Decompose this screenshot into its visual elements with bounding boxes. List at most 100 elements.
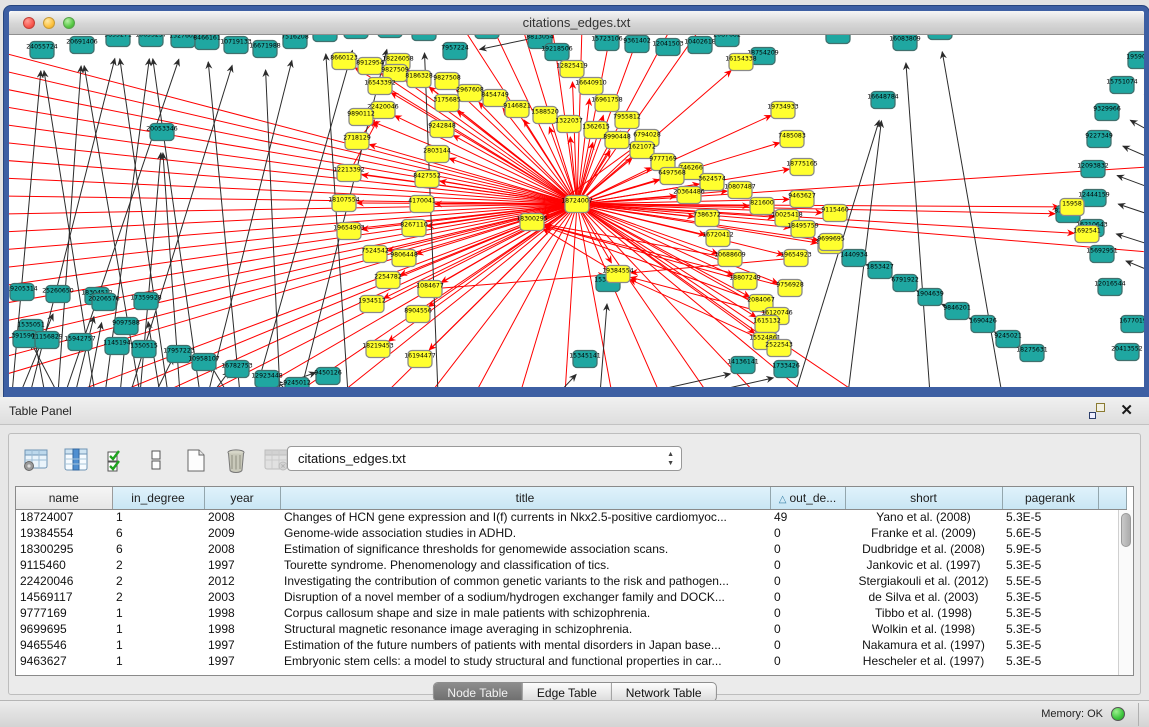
graph-node-teal[interactable]: 9227349 bbox=[1085, 131, 1113, 148]
table-row[interactable]: 911546021997Tourette syndrome. Phenomeno… bbox=[16, 557, 1126, 573]
graph-node-yellow[interactable]: 7485083 bbox=[778, 131, 806, 148]
graph-node-yellow[interactable]: 6497568 bbox=[658, 168, 686, 185]
delete-table-icon[interactable] bbox=[221, 445, 251, 475]
graph-node-teal[interactable]: 18275631 bbox=[1016, 345, 1048, 362]
table-row[interactable]: 2242004622012Investigating the contribut… bbox=[16, 573, 1126, 589]
close-panel-icon[interactable]: ✕ bbox=[1120, 401, 1133, 419]
graph-node-yellow[interactable]: 9890112 bbox=[347, 109, 375, 126]
graph-node-yellow[interactable]: 7386372 bbox=[693, 210, 721, 227]
graph-node-teal[interactable]: 25260650 bbox=[42, 286, 74, 303]
red-edge[interactable] bbox=[430, 275, 605, 289]
graph-node-teal[interactable]: 21065432 bbox=[822, 35, 854, 44]
table-row[interactable]: 977716911998Corpus callosum shape and si… bbox=[16, 605, 1126, 621]
red-edge[interactable] bbox=[545, 224, 730, 258]
graph-node-teal[interactable]: 7957224 bbox=[441, 43, 469, 60]
graph-node-teal[interactable]: 8571204 bbox=[473, 35, 501, 39]
graph-node-yellow[interactable]: 1692541 bbox=[1073, 226, 1101, 243]
graph-node-teal[interactable]: 9245021 bbox=[994, 331, 1022, 348]
red-edge[interactable] bbox=[9, 204, 577, 286]
graph-node-teal[interactable]: 11731804 bbox=[408, 35, 440, 41]
graph-node-teal[interactable]: 16782753 bbox=[221, 361, 253, 378]
table-row[interactable]: 1872400712008Changes of HCN gene express… bbox=[16, 509, 1126, 525]
graph-node-teal[interactable]: 9097588 bbox=[112, 318, 140, 335]
table-row[interactable]: 1938455462009Genome-wide association stu… bbox=[16, 525, 1126, 541]
graph-node-teal[interactable]: 9450126 bbox=[314, 368, 342, 385]
float-window-icon[interactable] bbox=[1089, 403, 1105, 419]
graph-node-yellow[interactable]: 2803144 bbox=[423, 146, 451, 163]
column-header-title[interactable]: title bbox=[280, 487, 770, 509]
graph-node-yellow[interactable]: 19734933 bbox=[767, 102, 799, 119]
graph-node-teal[interactable]: 7516208 bbox=[281, 35, 309, 49]
table-row[interactable]: 969969511998Structural magnetic resonanc… bbox=[16, 621, 1126, 637]
tab-edge-table[interactable]: Edge Table bbox=[523, 683, 612, 701]
graph-node-teal[interactable]: 15751074 bbox=[1106, 77, 1138, 94]
graph-node-yellow[interactable]: 18300295 bbox=[516, 214, 548, 231]
graph-node-teal[interactable]: 24055724 bbox=[26, 42, 58, 59]
graph-node-teal[interactable]: 9846201 bbox=[943, 303, 971, 320]
graph-node-teal[interactable]: 9329966 bbox=[1093, 104, 1121, 121]
black-edge[interactable] bbox=[600, 304, 607, 387]
graph-node-teal[interactable]: 10402618 bbox=[684, 37, 716, 54]
graph-node-teal[interactable]: 16083809 bbox=[889, 35, 921, 51]
graph-node-teal[interactable]: 9361402 bbox=[623, 36, 651, 53]
graph-node-yellow[interactable]: 9756928 bbox=[776, 280, 804, 297]
graph-node-teal[interactable]: 15942757 bbox=[64, 334, 96, 351]
graph-node-teal[interactable]: 20691406 bbox=[66, 37, 98, 54]
black-edge[interactable] bbox=[300, 50, 387, 387]
graph-node-yellow[interactable]: 8186328 bbox=[405, 71, 433, 88]
graph-node-teal[interactable]: 9102451 bbox=[342, 35, 370, 39]
graph-node-teal[interactable]: 1904639 bbox=[916, 289, 944, 306]
table-row[interactable]: 946554611997Estimation of the future num… bbox=[16, 637, 1126, 653]
graph-node-yellow[interactable]: 8267110 bbox=[400, 220, 428, 237]
graph-node-teal[interactable]: 15692951 bbox=[1086, 246, 1118, 263]
graph-node-yellow[interactable]: 8427552 bbox=[413, 171, 441, 188]
graph-node-yellow[interactable]: 7524542 bbox=[361, 246, 389, 263]
graph-node-teal[interactable]: 1959061 bbox=[1126, 52, 1144, 69]
red-edge[interactable] bbox=[9, 106, 577, 204]
graph-node-teal[interactable]: 1350515 bbox=[130, 341, 158, 358]
graph-node-teal[interactable]: 15723106 bbox=[591, 35, 623, 51]
graph-node-yellow[interactable]: 8912954 bbox=[356, 58, 384, 75]
graph-node-teal[interactable]: 19218506 bbox=[541, 44, 573, 61]
graph-node-teal[interactable]: 1853427 bbox=[866, 262, 894, 279]
graph-node-teal[interactable]: 1677019 bbox=[1119, 316, 1144, 333]
graph-node-teal[interactable]: 16604115 bbox=[374, 35, 406, 38]
table-options-icon[interactable] bbox=[21, 445, 51, 475]
graph-node-yellow[interactable]: 16194477 bbox=[404, 351, 436, 368]
show-column-icon[interactable] bbox=[61, 445, 91, 475]
black-edge[interactable] bbox=[942, 52, 1002, 387]
graph-node-teal[interactable]: 9853271 bbox=[104, 35, 132, 47]
graph-node-yellow[interactable]: 9115460 bbox=[821, 205, 849, 222]
graph-node-teal[interactable]: 1145194 bbox=[103, 338, 131, 355]
graph-node-teal[interactable]: 10653257 bbox=[135, 35, 167, 47]
graph-node-teal[interactable]: 20053346 bbox=[146, 124, 178, 141]
select-all-icon[interactable] bbox=[101, 445, 131, 475]
graph-node-teal[interactable]: 9245012 bbox=[283, 378, 311, 388]
graph-node-teal[interactable]: 12016544 bbox=[1094, 279, 1126, 296]
row-height-icon[interactable] bbox=[141, 445, 171, 475]
graph-node-yellow[interactable]: 2718129 bbox=[343, 133, 371, 150]
column-header-pagerank[interactable]: pagerank bbox=[1002, 487, 1098, 509]
tab-network-table[interactable]: Network Table bbox=[612, 683, 716, 701]
graph-node-yellow[interactable]: 19384554 bbox=[602, 266, 634, 283]
graph-node-teal[interactable]: 10958107 bbox=[188, 354, 220, 371]
column-header-name[interactable]: name bbox=[16, 487, 112, 509]
black-edge[interactable] bbox=[1123, 146, 1144, 157]
column-header-year[interactable]: year bbox=[204, 487, 280, 509]
graph-node-yellow[interactable]: 8660123 bbox=[330, 53, 358, 70]
graph-node-teal[interactable]: 17359928 bbox=[130, 293, 162, 310]
table-scrollbar[interactable] bbox=[1118, 510, 1133, 675]
graph-node-yellow[interactable]: 7955812 bbox=[613, 112, 641, 129]
graph-node-teal[interactable]: 1690426 bbox=[969, 316, 997, 333]
graph-node-yellow[interactable]: 19654923 bbox=[780, 250, 812, 267]
graph-node-yellow[interactable]: 9242848 bbox=[428, 121, 456, 138]
graph-node-yellow[interactable]: 15958 bbox=[1060, 199, 1084, 216]
graph-node-yellow[interactable]: 1615132 bbox=[753, 316, 781, 333]
column-header-out_de[interactable]: △out_de... bbox=[770, 487, 845, 509]
table-row[interactable]: 946362711997Embryonic stem cells: a mode… bbox=[16, 653, 1126, 669]
graph-node-yellow[interactable]: 4170041 bbox=[408, 196, 436, 213]
graph-node-teal[interactable]: 14136141 bbox=[727, 357, 759, 374]
black-edge[interactable] bbox=[1117, 176, 1144, 187]
graph-node-yellow[interactable]: 10807487 bbox=[724, 182, 756, 199]
graph-node-yellow[interactable]: 10688609 bbox=[714, 250, 746, 267]
